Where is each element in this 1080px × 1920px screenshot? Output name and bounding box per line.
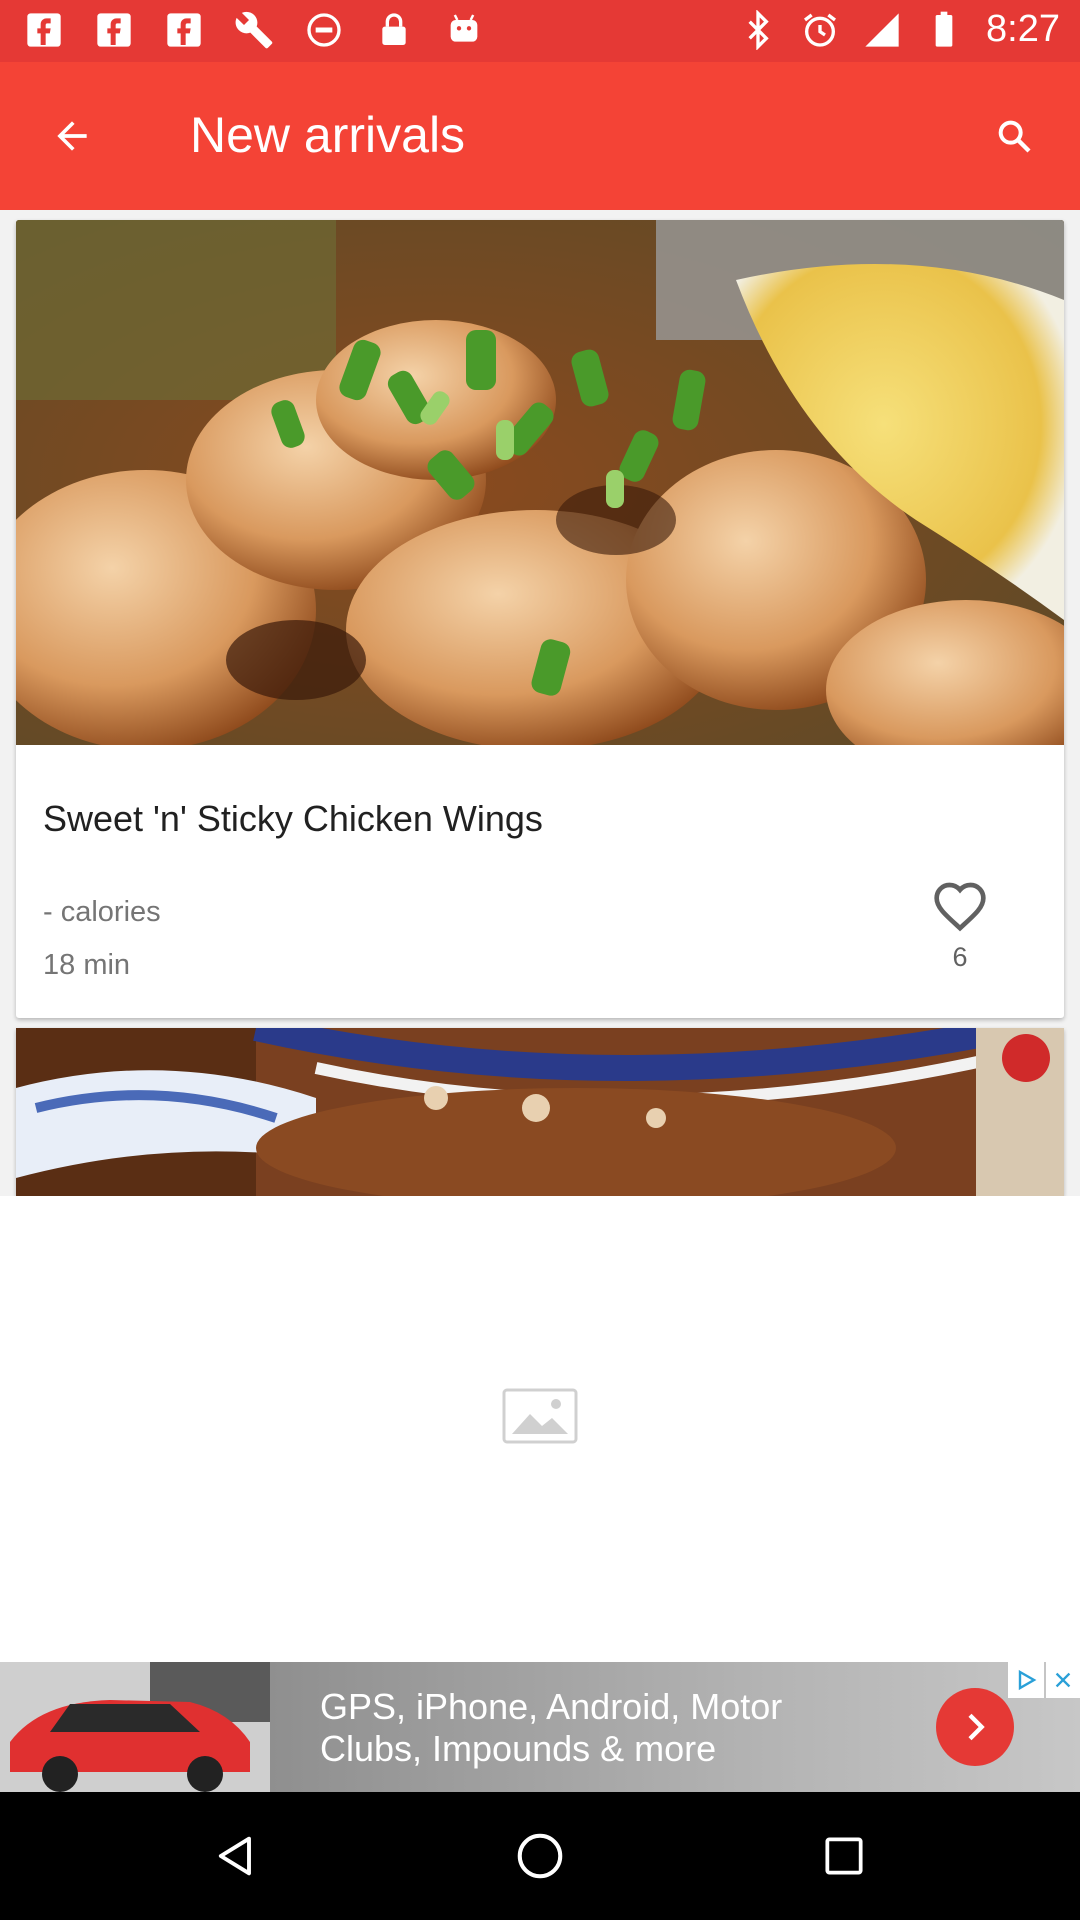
ad-choices-button[interactable] bbox=[1008, 1662, 1044, 1698]
search-icon bbox=[998, 120, 1031, 153]
like-count: 6 bbox=[952, 942, 968, 972]
lock-icon bbox=[382, 13, 406, 45]
signal-icon bbox=[865, 12, 899, 47]
nav-home-button[interactable] bbox=[508, 1824, 572, 1888]
ad-arrow-button[interactable] bbox=[936, 1688, 1014, 1766]
nav-recents-icon bbox=[825, 1837, 863, 1875]
facebook-icon bbox=[97, 13, 131, 47]
facebook-icon bbox=[27, 13, 61, 47]
screen: 8:27 New arrivals Sweet 'n' Sticky Chick… bbox=[0, 0, 1080, 1920]
facebook-icon bbox=[167, 13, 201, 47]
like-button[interactable]: 6 bbox=[918, 880, 1002, 1000]
android-icon bbox=[450, 14, 478, 42]
nav-back-button[interactable] bbox=[204, 1824, 268, 1888]
app-bar: New arrivals bbox=[0, 62, 1080, 210]
nav-recents-button[interactable] bbox=[812, 1824, 876, 1888]
no-entry-icon bbox=[307, 13, 341, 47]
system-icons: 8:27 bbox=[738, 8, 1060, 51]
red-car-photo bbox=[0, 1662, 270, 1792]
navigation-bar bbox=[0, 1792, 1080, 1920]
bluetooth-icon bbox=[748, 9, 769, 50]
battery-icon bbox=[935, 11, 953, 47]
wrench-icon bbox=[235, 11, 273, 49]
recipe-calories: - calories bbox=[43, 896, 161, 928]
page-title: New arrivals bbox=[190, 107, 466, 163]
ad-text: GPS, iPhone, Android, Motor Clubs, Impou… bbox=[320, 1686, 920, 1770]
alarm-icon bbox=[804, 13, 837, 47]
ad-text-line2: Clubs, Impounds & more bbox=[320, 1728, 717, 1769]
status-bar: 8:27 bbox=[0, 0, 1080, 62]
chicken-wings-photo bbox=[16, 220, 1064, 745]
nav-back-icon bbox=[218, 1836, 251, 1876]
image-placeholder-icon bbox=[502, 1388, 578, 1444]
recipe-card[interactable]: Sweet 'n' Sticky Chicken Wings - calorie… bbox=[16, 220, 1064, 1018]
recipe-time: 18 min bbox=[43, 949, 131, 981]
ad-choices-icon bbox=[1018, 1669, 1037, 1691]
recipe-title: Sweet 'n' Sticky Chicken Wings bbox=[43, 798, 543, 839]
ad-image bbox=[0, 1662, 270, 1792]
soup-photo bbox=[16, 1028, 1064, 1196]
recipe-card-partial[interactable] bbox=[16, 1028, 1064, 1196]
ad-close-button[interactable] bbox=[1046, 1662, 1080, 1698]
arrow-back-icon bbox=[57, 121, 87, 151]
heart-outline-icon bbox=[934, 882, 986, 932]
ad-text-line1: GPS, iPhone, Android, Motor bbox=[320, 1686, 783, 1727]
search-button[interactable] bbox=[982, 104, 1046, 168]
chevron-right-icon bbox=[968, 1713, 985, 1741]
clock: 8:27 bbox=[986, 8, 1060, 50]
image-loading-area bbox=[0, 1196, 1080, 1662]
notification-icons bbox=[24, 10, 484, 50]
close-icon bbox=[1055, 1672, 1071, 1688]
ad-banner[interactable]: GPS, iPhone, Android, Motor Clubs, Impou… bbox=[0, 1662, 1080, 1792]
nav-home-icon bbox=[517, 1833, 563, 1879]
back-button[interactable] bbox=[40, 104, 104, 168]
recipe-image bbox=[16, 220, 1064, 745]
recipe-list[interactable]: Sweet 'n' Sticky Chicken Wings - calorie… bbox=[0, 210, 1080, 1662]
